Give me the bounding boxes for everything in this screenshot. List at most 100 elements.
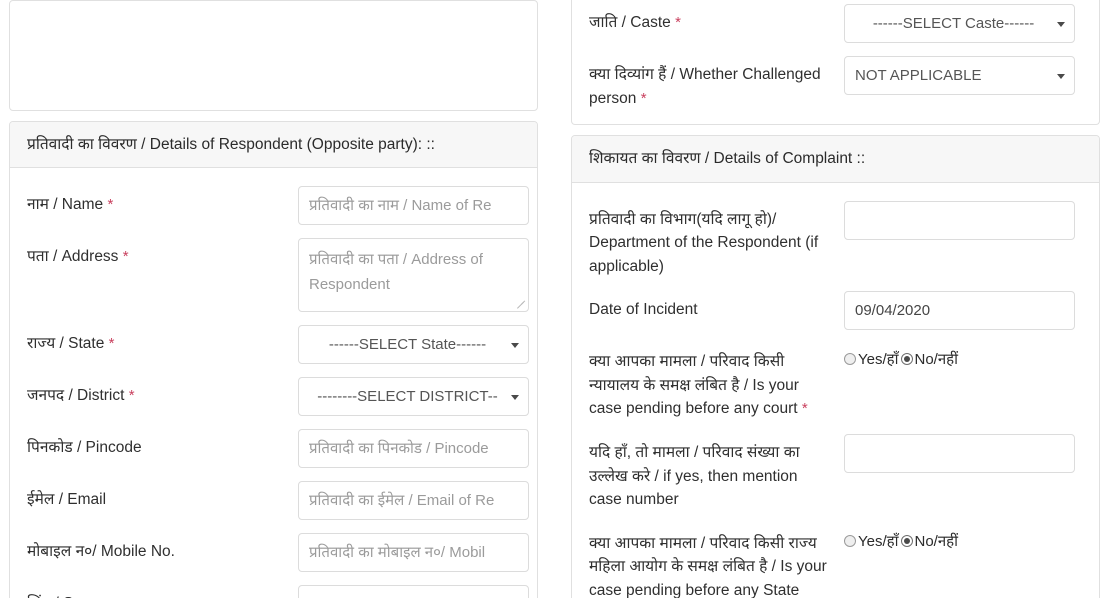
radio-circle-icon — [844, 353, 856, 366]
control-challenged-person: NOT APPLICABLE — [844, 56, 1082, 95]
pending-state-commission-radio-no-label: No/नहीं — [914, 532, 959, 550]
control-email: प्रतिवादी का ईमेल / Email of Re — [298, 481, 529, 521]
textarea-resize-handle[interactable] — [514, 298, 526, 310]
challenged-person-select[interactable]: NOT APPLICABLE — [844, 56, 1075, 95]
chevron-down-icon — [511, 342, 519, 348]
required-marker: * — [801, 400, 808, 418]
control-case-number — [844, 434, 1082, 474]
control-mobile: प्रतिवादी का मोबाइल न०/ Mobil — [298, 533, 529, 573]
required-marker: * — [640, 89, 647, 107]
field-row-pincode: पिनकोड / Pincode प्रतिवादी का पिनकोड / P… — [27, 429, 529, 469]
left-column: प्रतिवादी का विवरण / Details of Responde… — [9, 0, 538, 598]
control-address: प्रतिवादी का पता / Address of Respondent — [298, 238, 529, 313]
field-row-caste: जाति / Caste * ------SELECT Caste------ — [589, 4, 1082, 43]
label-name-text: नाम / Name — [27, 196, 104, 214]
label-state: राज्य / State * — [27, 325, 298, 356]
field-row-address: पता / Address * प्रतिवादी का पता / Addre… — [27, 238, 529, 313]
respondent-state-select[interactable]: ------SELECT State------ — [298, 325, 529, 365]
label-date-of-incident: Date of Incident — [589, 301, 698, 319]
label-challenged-person: क्या दिव्यांग हैं / Whether Challenged p… — [589, 56, 844, 110]
caste-selected-value: ------SELECT Caste------ — [872, 15, 1035, 32]
pending-court-radio-yes-label: Yes/हाँ — [858, 351, 899, 369]
respondent-district-select[interactable]: --------SELECT DISTRICT-- — [298, 377, 529, 417]
field-row-case-number: यदि हाँ, तो मामला / परिवाद संख्या का उल्… — [589, 434, 1082, 512]
label-pending-court-text: क्या आपका मामला / परिवाद किसी न्यायालय क… — [589, 353, 799, 418]
label-case-number: यदि हाँ, तो मामला / परिवाद संख्या का उल्… — [589, 444, 800, 509]
label-caste: जाति / Caste * — [589, 4, 844, 35]
complaint-panel-header: शिकायत का विवरण / Details of Complaint :… — [572, 136, 1099, 183]
pending-state-commission-radio-group: Yes/हाँ No/नहीं — [844, 525, 1082, 551]
label-pending-court: क्या आपका मामला / परिवाद किसी न्यायालय क… — [589, 343, 844, 421]
label-department: प्रतिवादी का विभाग(यदि लागू हो)/ Departm… — [589, 210, 819, 275]
right-column: जाति / Caste * ------SELECT Caste------ … — [571, 0, 1100, 598]
label-district: जनपद / District * — [27, 377, 298, 408]
label-challenged-person-text: क्या दिव्यांग हैं / Whether Challenged p… — [589, 66, 821, 107]
complaint-panel-body: प्रतिवादी का विभाग(यदि लागू हो)/ Departm… — [572, 183, 1099, 598]
pending-state-commission-radio-no[interactable]: No/नहीं — [900, 531, 959, 551]
chevron-down-icon — [511, 394, 519, 400]
control-pincode: प्रतिवादी का पिनकोड / Pincode — [298, 429, 529, 469]
field-row-pending-state-commission: क्या आपका मामला / परिवाद किसी राज्य महिल… — [589, 525, 1082, 598]
pending-court-radio-no-label: No/नहीं — [914, 351, 959, 369]
chevron-down-icon — [1057, 21, 1065, 27]
field-row-date-of-incident: Date of Incident 09/04/2020 — [589, 291, 1082, 331]
pending-court-radio-yes[interactable]: Yes/हाँ — [844, 349, 899, 369]
respondent-details-panel: प्रतिवादी का विवरण / Details of Responde… — [9, 121, 538, 598]
pending-court-radio-no[interactable]: No/नहीं — [900, 349, 959, 369]
respondent-department-input[interactable] — [844, 200, 1075, 240]
label-address-text: पता / Address — [27, 248, 119, 266]
required-marker: * — [122, 248, 129, 266]
label-sex: लिंग / Sex — [27, 585, 298, 598]
respondent-panel-header: प्रतिवादी का विवरण / Details of Responde… — [10, 122, 537, 169]
respondent-address-textarea[interactable]: प्रतिवादी का पता / Address of Respondent — [298, 238, 529, 313]
challenged-person-selected-value: NOT APPLICABLE — [855, 67, 982, 84]
control-caste: ------SELECT Caste------ — [844, 4, 1082, 43]
pending-state-commission-radio-yes[interactable]: Yes/हाँ — [844, 531, 899, 551]
label-district-text: जनपद / District — [27, 387, 125, 405]
respondent-district-selected-value: --------SELECT DISTRICT-- — [317, 388, 498, 406]
respondent-name-input[interactable]: प्रतिवादी का नाम / Name of Re — [298, 186, 529, 226]
field-row-name: नाम / Name * प्रतिवादी का नाम / Name of … — [27, 186, 529, 226]
complainant-panel-body: जाति / Caste * ------SELECT Caste------ … — [572, 0, 1099, 124]
respondent-panel-body: नाम / Name * प्रतिवादी का नाम / Name of … — [10, 168, 537, 598]
respondent-gender-select[interactable]: ------SELECT Gender------ — [298, 585, 529, 598]
label-email: ईमेल / Email — [27, 491, 107, 509]
control-name: प्रतिवादी का नाम / Name of Re — [298, 186, 529, 226]
field-row-district: जनपद / District * --------SELECT DISTRIC… — [27, 377, 529, 417]
label-mobile: मोबाइल न०/ Mobile No. — [27, 543, 175, 561]
label-address: पता / Address * — [27, 238, 298, 269]
radio-circle-icon — [844, 534, 856, 547]
field-row-pending-court: क्या आपका मामला / परिवाद किसी न्यायालय क… — [589, 343, 1082, 421]
complaint-details-panel: शिकायत का विवरण / Details of Complaint :… — [571, 135, 1100, 598]
field-row-challenged-person: क्या दिव्यांग हैं / Whether Challenged p… — [589, 56, 1082, 110]
label-pending-state-commission: क्या आपका मामला / परिवाद किसी राज्य महिल… — [589, 534, 827, 598]
control-department — [844, 200, 1082, 240]
respondent-mobile-input[interactable]: प्रतिवादी का मोबाइल न०/ Mobil — [298, 533, 529, 573]
form-page: प्रतिवादी का विवरण / Details of Responde… — [0, 0, 1105, 598]
complainant-details-panel-continued: जाति / Caste * ------SELECT Caste------ … — [571, 0, 1100, 126]
required-marker: * — [107, 196, 114, 214]
respondent-state-selected-value: ------SELECT State------ — [328, 336, 487, 354]
partial-panel-above — [9, 0, 538, 111]
field-row-email: ईमेल / Email प्रतिवादी का ईमेल / Email o… — [27, 481, 529, 521]
pending-court-radio-group: Yes/हाँ No/नहीं — [844, 343, 1082, 369]
control-pending-court: Yes/हाँ No/नहीं — [844, 343, 1082, 369]
respondent-pincode-input[interactable]: प्रतिवादी का पिनकोड / Pincode — [298, 429, 529, 469]
required-marker: * — [675, 14, 681, 31]
date-of-incident-input[interactable]: 09/04/2020 — [844, 291, 1075, 331]
caste-select[interactable]: ------SELECT Caste------ — [844, 4, 1075, 43]
control-pending-state-commission: Yes/हाँ No/नहीं — [844, 525, 1082, 551]
case-number-input[interactable] — [844, 434, 1075, 474]
respondent-address-placeholder: प्रतिवादी का पता / Address of Respondent — [309, 251, 483, 294]
field-row-department: प्रतिवादी का विभाग(यदि लागू हो)/ Departm… — [589, 200, 1082, 279]
pending-state-commission-radio-yes-label: Yes/हाँ — [858, 532, 899, 550]
respondent-email-input[interactable]: प्रतिवादी का ईमेल / Email of Re — [298, 481, 529, 521]
required-marker: * — [108, 335, 115, 353]
control-date-of-incident: 09/04/2020 — [844, 291, 1082, 331]
label-caste-text: जाति / Caste — [589, 14, 671, 31]
label-name: नाम / Name * — [27, 186, 298, 217]
field-row-mobile: मोबाइल न०/ Mobile No. प्रतिवादी का मोबाइ… — [27, 533, 529, 573]
radio-circle-selected-icon — [900, 353, 913, 366]
radio-circle-selected-icon — [900, 534, 913, 547]
field-row-state: राज्य / State * ------SELECT State------ — [27, 325, 529, 365]
